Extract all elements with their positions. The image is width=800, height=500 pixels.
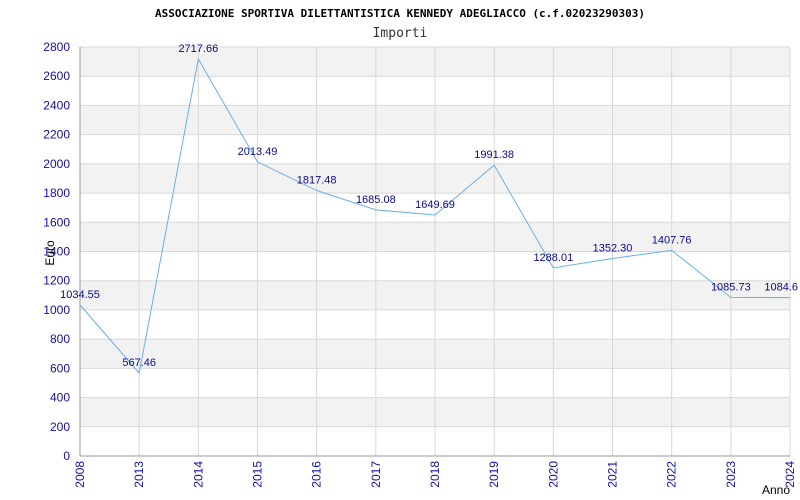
data-label: 1084.6 (764, 282, 798, 294)
data-label: 1649.69 (415, 199, 455, 211)
y-tick-label: 200 (50, 420, 70, 434)
y-tick-label: 2800 (43, 40, 70, 54)
x-tick-label: 2008 (73, 461, 87, 488)
y-tick-label: 2000 (43, 157, 70, 171)
data-label: 2013.49 (238, 146, 278, 158)
y-axis-label: Euro (43, 240, 57, 266)
line-chart: 0200400600800100012001400160018002000220… (43, 7, 798, 497)
x-tick-label: 2020 (546, 461, 560, 488)
x-tick-label: 2018 (428, 461, 442, 488)
y-tick-label: 1800 (43, 186, 70, 200)
data-label: 1685.08 (356, 194, 396, 206)
x-tick-label: 2019 (487, 461, 501, 488)
data-label: 1085.73 (711, 281, 751, 293)
data-label: 1288.01 (533, 252, 573, 264)
y-tick-label: 0 (63, 449, 70, 463)
y-tick-label: 1000 (43, 303, 70, 317)
x-tick-label: 2017 (369, 461, 383, 488)
data-label: 1352.30 (593, 242, 633, 254)
y-tick-label: 2200 (43, 128, 70, 142)
data-label: 1034.55 (60, 289, 100, 301)
y-tick-label: 2600 (43, 69, 70, 83)
y-tick-label: 1200 (43, 274, 70, 288)
data-label: 2717.66 (178, 43, 218, 55)
y-tick-label: 400 (50, 391, 70, 405)
x-tick-label: 2015 (251, 461, 265, 488)
data-label: 1407.76 (652, 234, 692, 246)
data-label: 1817.48 (297, 175, 337, 187)
y-tick-label: 2400 (43, 98, 70, 112)
x-tick-label: 2021 (606, 461, 620, 488)
x-tick-label: 2023 (724, 461, 738, 488)
y-tick-label: 1600 (43, 215, 70, 229)
chart-title: ASSOCIAZIONE SPORTIVA DILETTANTISTICA KE… (155, 7, 645, 20)
x-tick-label: 2016 (310, 461, 324, 488)
x-tick-label: 2022 (665, 461, 679, 488)
data-label: 567.46 (122, 357, 156, 369)
y-tick-label: 800 (50, 332, 70, 346)
y-tick-label: 600 (50, 361, 70, 375)
x-axis-label: Anno (762, 483, 790, 497)
chart-subtitle: Importi (373, 26, 428, 41)
x-tick-label: 2013 (132, 461, 146, 488)
x-tick-label: 2014 (191, 461, 205, 488)
data-label: 1991.38 (474, 149, 514, 161)
x-tick-labels: 2008 2013 2014 2015 2016 2017 2018 2019 2020 2021… (73, 461, 797, 488)
